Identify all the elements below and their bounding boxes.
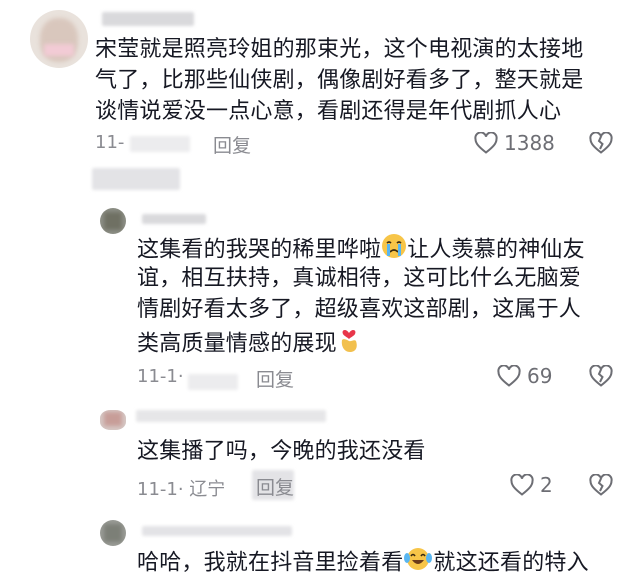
- avatar[interactable]: [100, 208, 126, 234]
- comment-text-line: 气了，比那些仙侠剧，偶像剧好看多了，整天就是: [95, 68, 584, 93]
- comment-text-line: 谊，相互扶持，真诚相待，这可比什么无脑爱: [137, 266, 582, 291]
- heart-icon: [510, 474, 534, 496]
- broken-heart-icon[interactable]: [588, 365, 614, 387]
- username-redacted: [142, 526, 292, 536]
- like-button[interactable]: 1388: [474, 131, 555, 155]
- heart-icon: [474, 132, 498, 154]
- heart-icon: [497, 365, 521, 387]
- reply-button[interactable]: 回复: [256, 365, 294, 392]
- crying-emoji: [381, 233, 407, 268]
- avatar[interactable]: [100, 520, 126, 546]
- comment-text-line: 谈情说爱没一点心意，看剧还得是年代剧抓人心: [95, 99, 562, 124]
- avatar[interactable]: [100, 410, 126, 430]
- username-redacted: [102, 12, 194, 26]
- date-redacted: [130, 136, 190, 152]
- like-button[interactable]: 69: [497, 364, 552, 388]
- like-button[interactable]: 2: [510, 473, 553, 497]
- comment-text: 这集播了吗，今晚的我还没看: [137, 439, 426, 464]
- comment-text: 哈哈，我就在抖音里捡着看 就这还看的特入: [137, 546, 589, 581]
- username-redacted: [142, 214, 206, 224]
- broken-heart-icon[interactable]: [588, 132, 614, 154]
- reply-count-redacted: [92, 168, 180, 190]
- comment-date: 11-: [95, 132, 125, 153]
- like-count: 1388: [504, 131, 555, 155]
- comment-text-line: 情剧好看太多了，超级喜欢这部剧，这属于人: [137, 297, 582, 322]
- like-count: 2: [540, 473, 553, 497]
- comment-text-line: 这集看的我哭的稀里哗啦 让人羡慕的神仙友: [137, 233, 585, 268]
- broken-heart-icon[interactable]: [588, 474, 614, 496]
- date-redacted: [188, 374, 238, 390]
- like-count: 69: [527, 364, 553, 388]
- tears-of-joy-emoji: [403, 546, 433, 581]
- reply-button[interactable]: 回复: [256, 473, 294, 500]
- reply-button[interactable]: 回复: [213, 131, 251, 158]
- comment-date: 11-1·: [137, 366, 184, 387]
- avatar[interactable]: [30, 10, 88, 68]
- comment-text-line: 宋莹就是照亮玲姐的那束光，这个电视演的太接地: [95, 37, 584, 62]
- comment-text-line: 类高质量情感的展现: [137, 326, 361, 363]
- comment-date: 11-1· 辽宁: [137, 479, 226, 500]
- finger-heart-emoji: [337, 326, 361, 363]
- username-redacted: [136, 410, 326, 422]
